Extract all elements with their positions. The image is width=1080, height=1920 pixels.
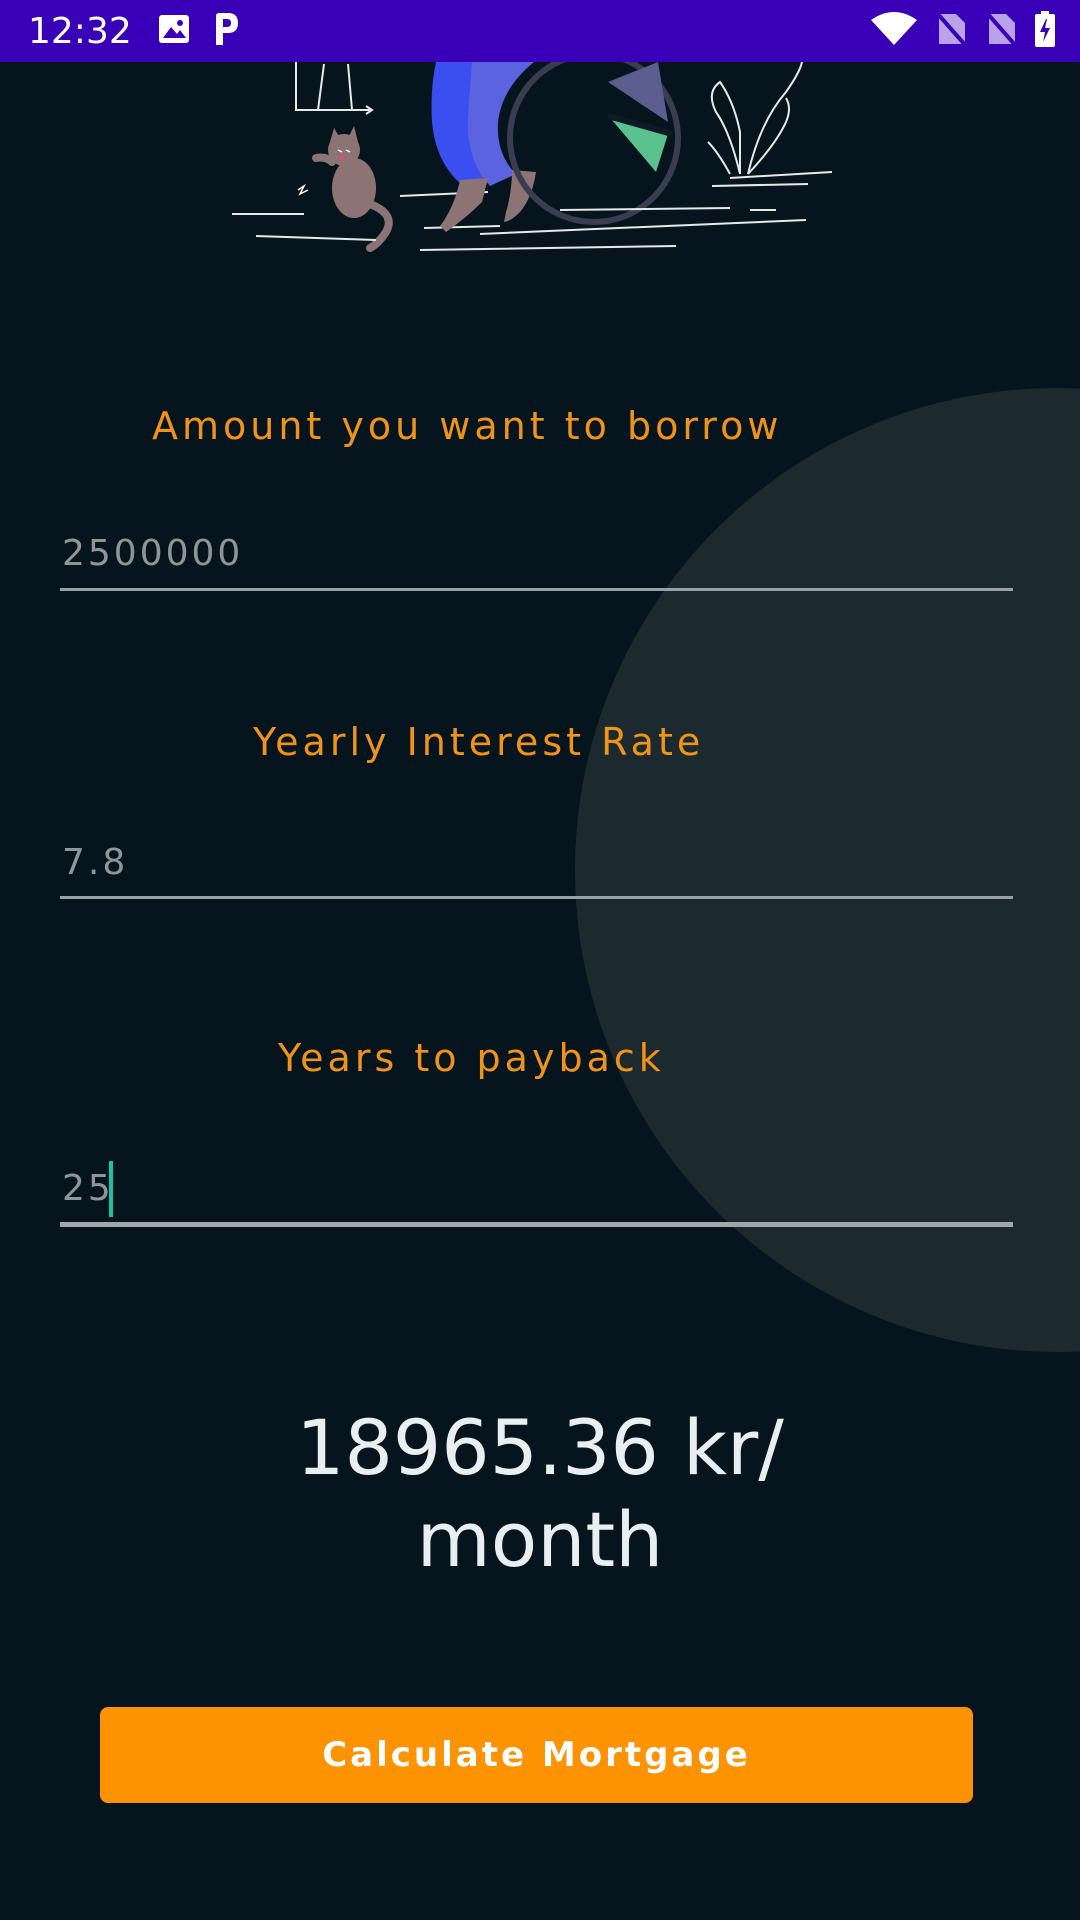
p-app-icon [212,12,240,50]
status-bar: 12:32 [0,0,1080,62]
interest-rate-underline [60,896,1013,899]
battery-charging-icon [1034,11,1056,51]
wifi-icon [870,12,918,50]
monthly-payment-result: 18965.36 kr/ month [0,1402,1080,1586]
finance-illustration [232,62,833,252]
amount-label: Amount you want to borrow [152,404,783,448]
status-system-icons [870,11,1056,51]
calculate-mortgage-button[interactable]: Calculate Mortgage [100,1707,973,1803]
amount-underline [60,588,1013,591]
years-label: Years to payback [278,1036,665,1080]
years-input[interactable] [60,1164,1015,1214]
status-notification-icons [158,12,240,50]
no-sim-icon [984,11,1018,51]
result-amount: 18965.36 kr/ [296,1403,784,1492]
no-sim-icon [934,11,968,51]
image-icon [158,14,190,48]
status-time: 12:32 [28,10,132,52]
result-period: month [416,1495,664,1584]
interest-rate-label: Yearly Interest Rate [253,720,705,764]
mortgage-calculator-screen: Amount you want to borrow Yearly Interes… [0,62,1080,1920]
text-cursor [109,1161,113,1217]
interest-rate-input[interactable] [60,838,1015,888]
amount-input[interactable] [60,529,1015,579]
years-underline [60,1222,1013,1227]
